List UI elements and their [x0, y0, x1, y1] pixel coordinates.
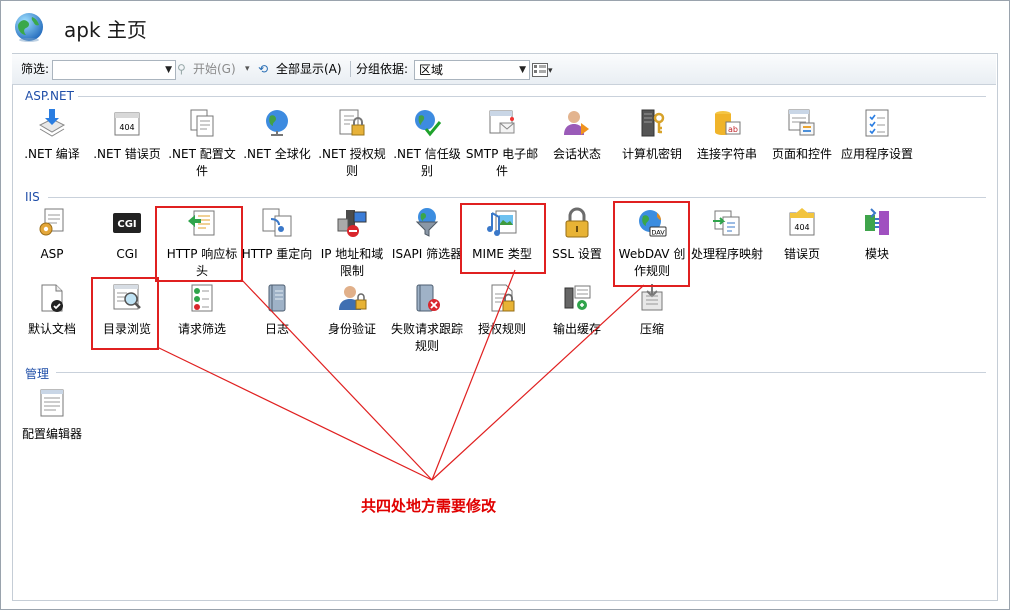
annotation-note: 共四处地方需要修改 — [361, 497, 497, 515]
highlight-webdav — [613, 201, 690, 287]
highlight-mime-types — [460, 203, 546, 274]
highlight-http-headers — [155, 206, 243, 282]
highlight-dir-browse — [91, 277, 159, 350]
